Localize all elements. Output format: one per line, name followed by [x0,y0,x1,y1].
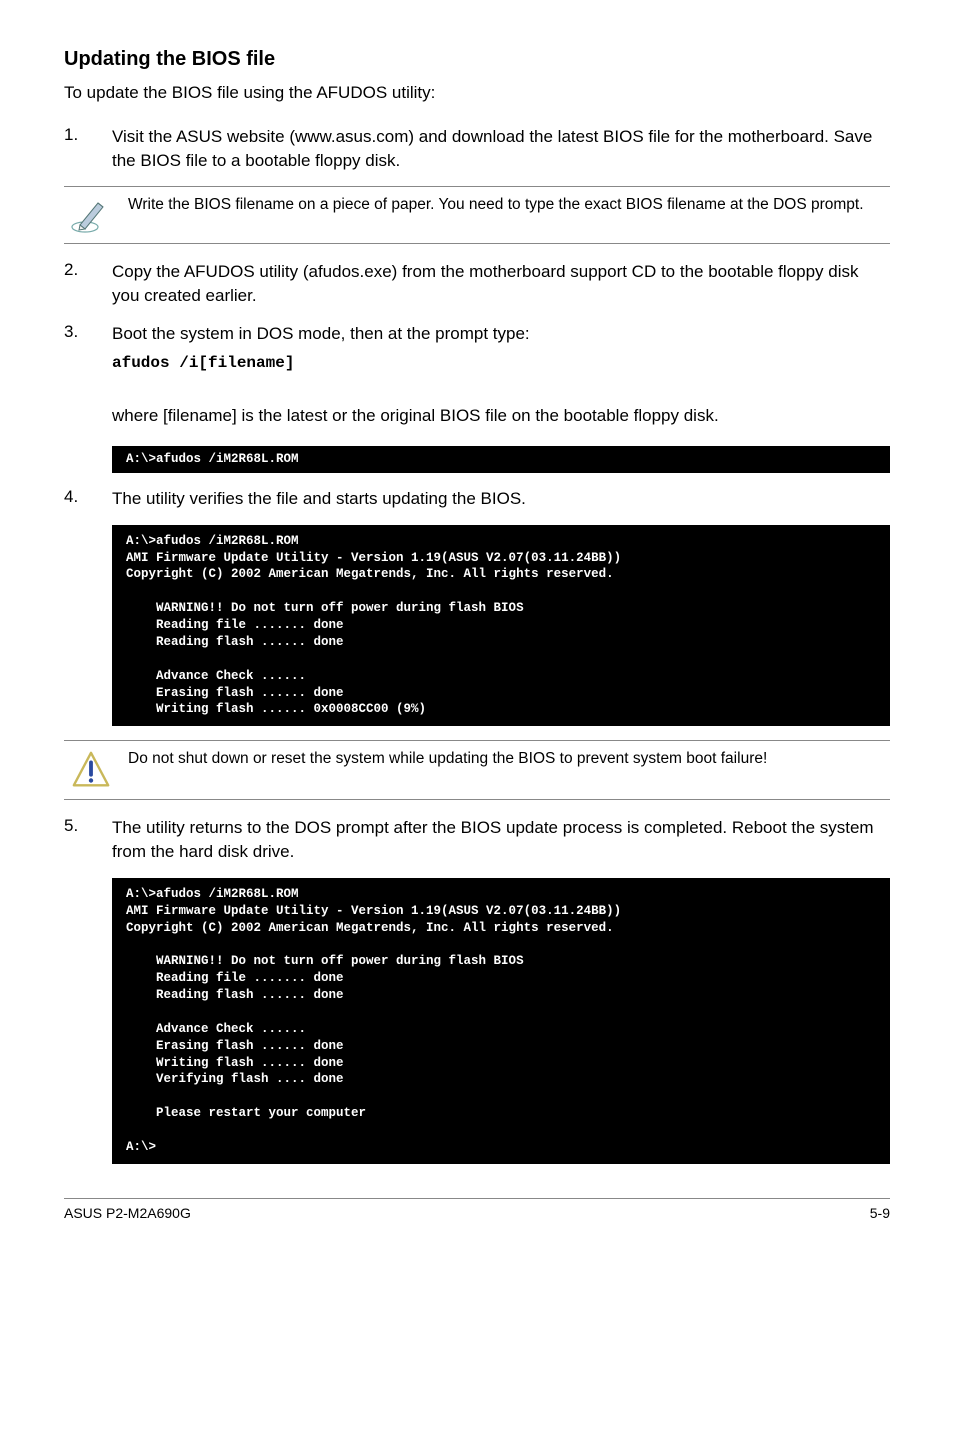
step-4-number: 4. [64,487,112,511]
warning-icon [64,749,128,791]
note-1-text: Write the BIOS filename on a piece of pa… [128,195,890,216]
step-5-number: 5. [64,816,112,864]
terminal-output-1: A:\>afudos /iM2R68L.ROM [112,446,890,473]
note-box-warning: Do not shut down or reset the system whi… [64,740,890,800]
step-3-number: 3. [64,322,112,390]
footer-right: 5-9 [870,1205,890,1221]
command-text: afudos /i[filename] [112,352,890,374]
step-1-body: Visit the ASUS website (www.asus.com) an… [112,125,890,173]
step-2-body: Copy the AFUDOS utility (afudos.exe) fro… [112,260,890,308]
step-1-number: 1. [64,125,112,173]
step-3-para: where [filename] is the latest or the or… [112,404,890,428]
section-heading: Updating the BIOS file [64,48,890,71]
footer-left: ASUS P2-M2A690G [64,1205,191,1221]
step-2-number: 2. [64,260,112,308]
warning-note-text: Do not shut down or reset the system whi… [128,749,890,770]
pencil-icon [64,195,128,235]
note-box-pencil: Write the BIOS filename on a piece of pa… [64,186,890,244]
step-4-body: The utility verifies the file and starts… [112,487,890,511]
step-3-text: Boot the system in DOS mode, then at the… [112,324,530,343]
step-3-body: Boot the system in DOS mode, then at the… [112,322,890,390]
intro-text: To update the BIOS file using the AFUDOS… [64,81,890,105]
step-5-body: The utility returns to the DOS prompt af… [112,816,890,864]
terminal-output-2: A:\>afudos /iM2R68L.ROM AMI Firmware Upd… [112,525,890,727]
terminal-output-3: A:\>afudos /iM2R68L.ROM AMI Firmware Upd… [112,878,890,1164]
